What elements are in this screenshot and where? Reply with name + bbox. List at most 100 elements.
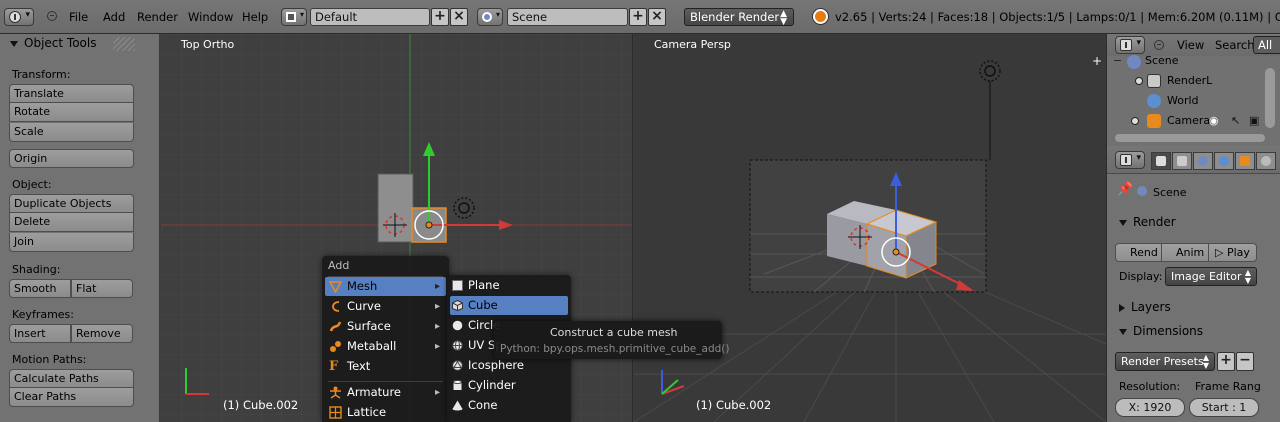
render-panel-header[interactable]: Render — [1111, 212, 1265, 232]
frame-start-field[interactable]: Start : 1 — [1189, 398, 1259, 417]
clear-paths-button[interactable]: Clear Paths — [9, 388, 134, 407]
remove-preset-button[interactable]: − — [1236, 352, 1254, 371]
plane-icon — [452, 280, 463, 291]
menu-separator — [328, 381, 443, 382]
menu-file[interactable]: File — [69, 8, 88, 26]
menu-help[interactable]: Help — [242, 8, 268, 26]
join-button[interactable]: Join — [9, 233, 134, 252]
scene-selector-button[interactable]: ▾ — [477, 8, 503, 26]
outliner-row-scene[interactable]: − Scene — [1107, 51, 1280, 71]
scene-field[interactable]: Scene — [507, 8, 628, 26]
scene-icon — [1127, 55, 1141, 69]
tab-scene[interactable] — [1193, 152, 1213, 170]
tab-render-layers[interactable] — [1172, 152, 1192, 170]
blender-logo-icon — [813, 9, 828, 24]
tab-constraints[interactable] — [1256, 152, 1276, 170]
screen-layout-button[interactable]: ▾ — [281, 8, 307, 26]
add-menu-text[interactable]: F Text — [325, 357, 446, 376]
panel-grip-icon[interactable] — [113, 37, 135, 51]
add-menu-metaball[interactable]: Metaball ▸ — [325, 337, 446, 356]
outliner-row-camera[interactable]: Camera ◉ ↖ ▣ — [1107, 111, 1280, 131]
eye-icon[interactable]: ◉ — [1209, 111, 1219, 131]
pin-icon[interactable]: 📌 — [1117, 182, 1133, 197]
object-label: Object: — [12, 178, 52, 191]
mesh-cube[interactable]: Cube — [450, 296, 568, 315]
render-layers-icon — [1147, 74, 1161, 88]
tab-world[interactable] — [1214, 152, 1234, 170]
dimensions-panel-header[interactable]: Dimensions — [1111, 321, 1265, 341]
menu-window[interactable]: Window — [188, 8, 233, 26]
expand-minus-icon[interactable]: − — [1113, 51, 1122, 71]
tab-render[interactable] — [1151, 152, 1171, 170]
lattice-label: Lattice — [347, 405, 387, 419]
mesh-cone[interactable]: Cone — [450, 396, 568, 415]
add-menu-mesh[interactable]: Mesh ▸ — [325, 277, 446, 296]
display-dropdown[interactable]: Image Editor ▲ ▼ — [1165, 267, 1257, 286]
camera-tab-icon — [1156, 156, 1166, 166]
flat-button[interactable]: Flat — [71, 279, 133, 298]
add-preset-button[interactable]: + — [1217, 352, 1235, 371]
add-menu-armature[interactable]: Armature ▸ — [325, 383, 446, 402]
frame-range-label: Frame Rang — [1195, 380, 1261, 393]
render-engine-value: Blender Render — [690, 10, 780, 24]
add-menu-curve[interactable]: Curve ▸ — [325, 297, 446, 316]
play-button[interactable]: ▷ Play — [1209, 243, 1257, 262]
render-engine-dropdown[interactable]: Blender Render ▲ ▼ — [684, 8, 794, 27]
cylinder-icon — [453, 380, 462, 390]
mesh-plane[interactable]: Plane — [450, 276, 568, 295]
delete-button[interactable]: Delete — [9, 213, 134, 232]
calculate-paths-button[interactable]: Calculate Paths — [9, 369, 134, 388]
layers-panel-header[interactable]: Layers — [1111, 297, 1265, 317]
delete-scene-button[interactable]: × — [648, 8, 666, 26]
render-anim-button[interactable]: Anim — [1162, 243, 1209, 262]
collapse-menu-icon[interactable] — [1154, 40, 1164, 50]
mesh-cylinder[interactable]: Cylinder — [450, 376, 568, 395]
add-scene-button[interactable]: + — [629, 8, 647, 26]
add-layout-button[interactable]: + — [431, 8, 449, 26]
properties-editor-type-button[interactable]: ▾ — [1115, 151, 1145, 169]
outliner: ▾ View Search All − Scene RenderL World … — [1106, 34, 1280, 146]
viewport-label: Top Ortho — [181, 38, 235, 51]
duplicate-objects-button[interactable]: Duplicate Objects — [9, 194, 134, 213]
outliner-row-renderlayers[interactable]: RenderL — [1107, 71, 1280, 91]
viewport-camera-persp[interactable]: Camera Persp (1) Cube.002 + — [634, 34, 1106, 422]
translate-button[interactable]: Translate — [9, 84, 134, 103]
object-tools-header[interactable]: Object Tools — [10, 36, 96, 50]
properties-editor: ▾ 📌 Scene Render Rend Anim ▷ Play Displa… — [1106, 146, 1280, 422]
tab-object[interactable] — [1235, 152, 1255, 170]
expand-plus-icon[interactable] — [1131, 117, 1139, 125]
menu-render[interactable]: Render — [137, 8, 178, 26]
expand-plus-icon[interactable] — [1135, 77, 1143, 85]
viewport-expand-icon[interactable]: + — [1092, 54, 1102, 68]
origin-button[interactable]: Origin — [9, 149, 134, 168]
outliner-scrollbar[interactable] — [1265, 68, 1275, 128]
remove-keyframe-button[interactable]: Remove — [71, 324, 133, 343]
scale-button[interactable]: Scale — [9, 123, 134, 142]
mesh-icon — [329, 281, 342, 293]
add-menu-surface[interactable]: Surface ▸ — [325, 317, 446, 336]
layers-panel-title: Layers — [1131, 300, 1171, 314]
collapse-menu-icon[interactable] — [47, 11, 57, 21]
resolution-x-field[interactable]: X: 1920 — [1115, 398, 1185, 417]
layout-icon — [286, 12, 296, 22]
curve-icon — [332, 301, 340, 312]
outliner-h-scrollbar[interactable] — [1115, 134, 1265, 142]
cursor-select-icon[interactable]: ↖ — [1231, 111, 1240, 131]
outliner-scene-label: Scene — [1145, 54, 1179, 67]
render-anim-label: Anim — [1176, 246, 1205, 259]
render-camera-icon[interactable]: ▣ — [1249, 111, 1259, 131]
render-still-button[interactable]: Rend — [1115, 243, 1162, 262]
rotate-button[interactable]: Rotate — [9, 103, 134, 122]
editor-type-button[interactable]: ▾ — [4, 8, 34, 26]
text-label: Text — [347, 359, 371, 373]
icosphere-label: Icosphere — [468, 358, 524, 372]
add-menu-lattice[interactable]: Lattice — [325, 403, 446, 422]
screen-layout-field[interactable]: Default — [310, 8, 430, 26]
menu-add[interactable]: Add — [103, 8, 125, 26]
outliner-row-world[interactable]: World — [1107, 91, 1280, 111]
smooth-button[interactable]: Smooth — [9, 279, 71, 298]
delete-layout-button[interactable]: × — [450, 8, 468, 26]
cone-label: Cone — [468, 398, 498, 412]
insert-keyframe-button[interactable]: Insert — [9, 324, 71, 343]
render-presets-dropdown[interactable]: Render Presets ▲ ▼ — [1115, 352, 1215, 371]
